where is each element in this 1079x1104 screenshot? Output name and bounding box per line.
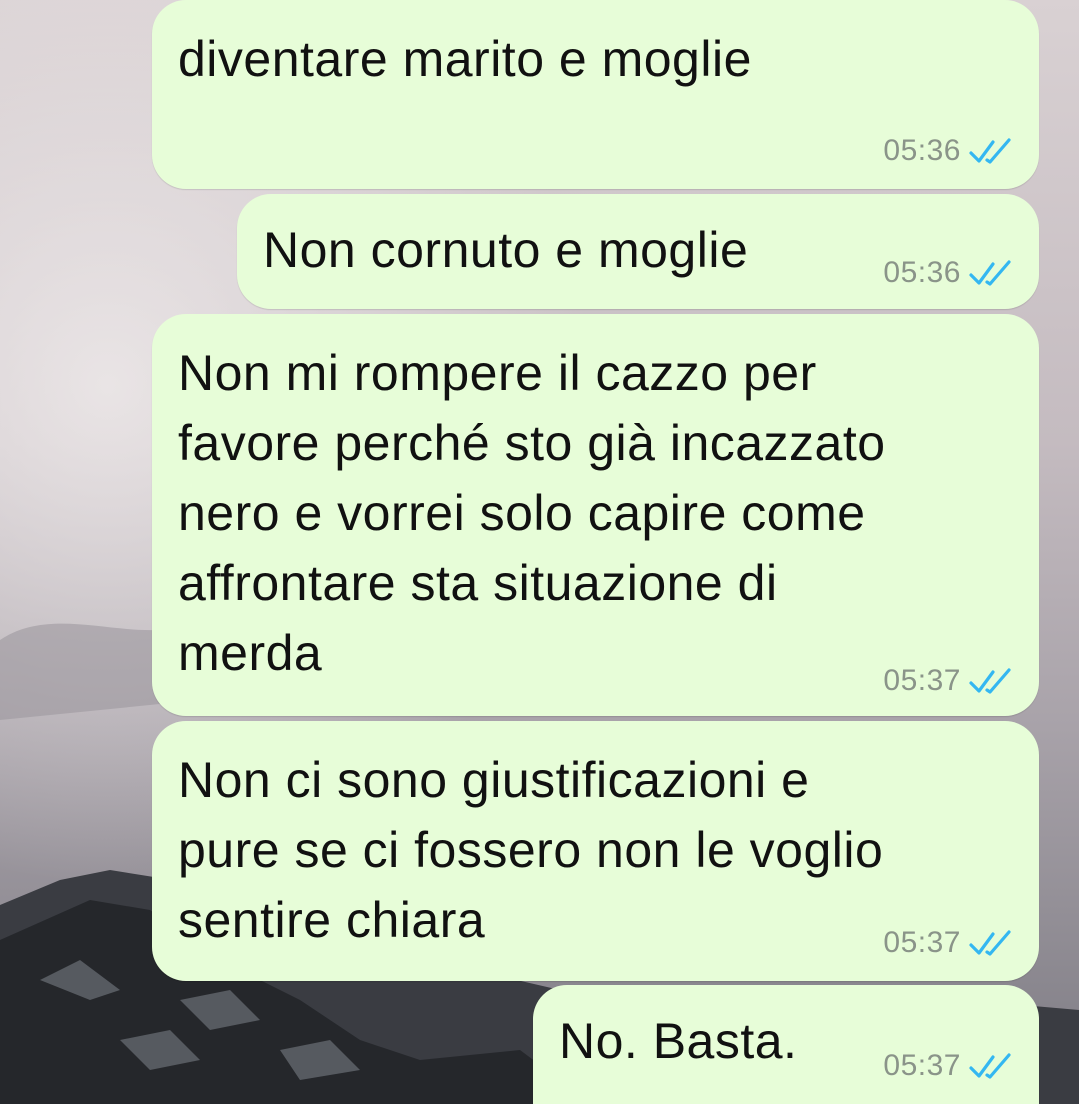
message-meta: 05:37 xyxy=(883,926,1015,960)
double-check-read-icon xyxy=(969,1053,1011,1079)
message-bubble[interactable]: Non cornuto e moglie 05:36 xyxy=(237,194,1039,309)
message-text: Non ci sono giustificazioni e pure se ci… xyxy=(178,752,884,948)
message-bubble[interactable]: Non ci sono giustificazioni e pure se ci… xyxy=(152,721,1039,981)
message-text: diventare marito e moglie xyxy=(178,31,752,87)
message-timestamp: 05:36 xyxy=(883,256,961,289)
message-text: No. Basta. xyxy=(559,1013,798,1069)
message-timestamp: 05:36 xyxy=(883,134,961,167)
message-timestamp: 05:37 xyxy=(883,1049,961,1082)
message-timestamp: 05:37 xyxy=(883,926,961,959)
message-meta: 05:37 xyxy=(883,664,1015,698)
message-meta: 05:36 xyxy=(883,134,1015,168)
double-check-read-icon xyxy=(969,138,1011,164)
message-bubble[interactable]: Non mi rompere il cazzo per favore perch… xyxy=(152,314,1039,716)
message-text: Non mi rompere il cazzo per favore perch… xyxy=(178,345,886,681)
double-check-read-icon xyxy=(969,260,1011,286)
message-meta: 05:37 xyxy=(883,1049,1015,1083)
message-timestamp: 05:37 xyxy=(883,664,961,697)
message-bubble[interactable]: No. Basta. 05:37 xyxy=(533,985,1039,1104)
message-meta: 05:36 xyxy=(883,256,1015,290)
double-check-read-icon xyxy=(969,668,1011,694)
double-check-read-icon xyxy=(969,930,1011,956)
message-bubble[interactable]: diventare marito e moglie 05:36 xyxy=(152,0,1039,189)
message-text: Non cornuto e moglie xyxy=(263,222,749,278)
